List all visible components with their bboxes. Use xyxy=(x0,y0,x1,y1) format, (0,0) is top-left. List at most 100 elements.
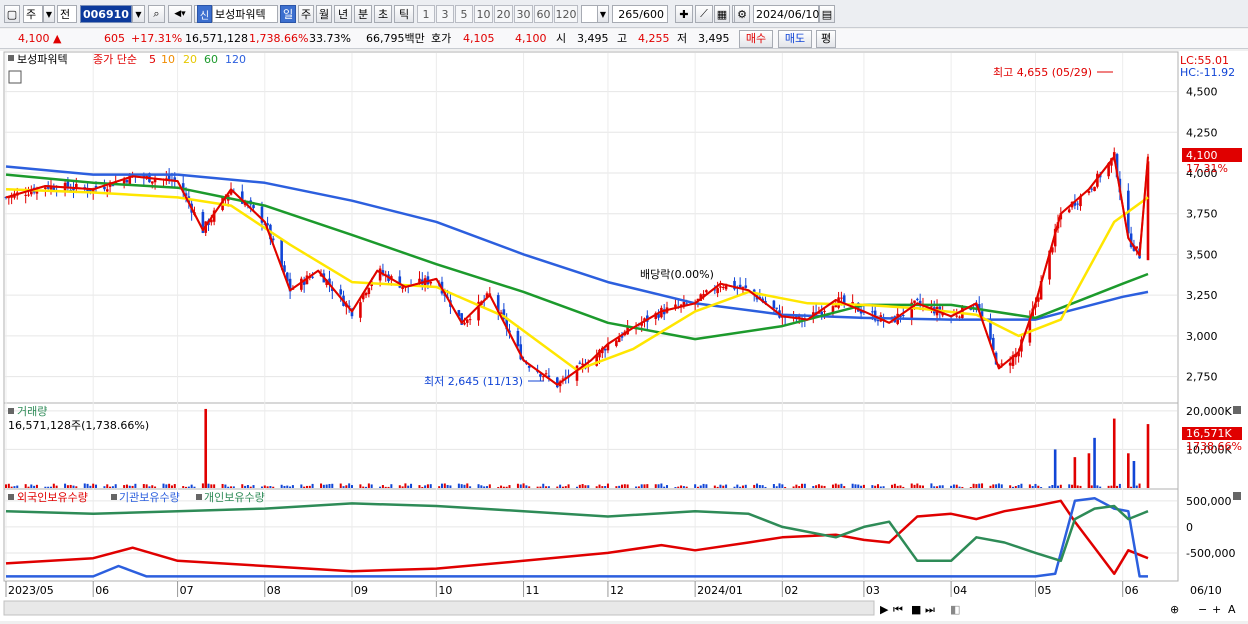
volume-bar xyxy=(862,484,865,488)
volume-bar xyxy=(266,486,269,488)
auto-scale-icon[interactable]: A xyxy=(1228,603,1236,616)
calculator-icon[interactable] xyxy=(8,70,22,84)
volume-bar xyxy=(874,485,877,488)
volume-bar xyxy=(72,485,75,488)
volume-bar xyxy=(1059,484,1062,488)
volume-bar xyxy=(961,486,964,488)
volume-bar xyxy=(891,484,894,488)
volume-bar xyxy=(404,483,407,488)
volume-bar xyxy=(185,486,188,488)
volume-bar xyxy=(756,483,759,488)
chevron-down-icon[interactable]: ▼ xyxy=(597,5,609,23)
stock-code-input[interactable]: 006910 xyxy=(80,5,132,23)
scrollbar-track[interactable] xyxy=(3,600,875,616)
volume-bar xyxy=(578,484,581,488)
stock-chart-svg[interactable]: 2,7503,0003,2503,5003,7504,0004,2504,500… xyxy=(0,51,1248,621)
stop-icon[interactable]: ■ xyxy=(911,603,921,616)
interval-20[interactable]: 20 xyxy=(494,5,513,23)
interval-1[interactable]: 1 xyxy=(417,5,435,23)
interval-30[interactable]: 30 xyxy=(514,5,533,23)
crosshair-icon[interactable]: ✚ xyxy=(675,5,693,23)
candle xyxy=(1076,203,1079,205)
sell-button[interactable]: 매도 xyxy=(778,30,812,48)
tab-day[interactable]: 일 xyxy=(280,5,296,23)
layout-icon[interactable]: ▦ xyxy=(714,5,730,23)
ma-legend-title: 종가 단순 xyxy=(93,53,137,66)
tab-month[interactable]: 월 xyxy=(316,5,332,23)
interval-3[interactable]: 3 xyxy=(436,5,454,23)
interval-120[interactable]: 120 xyxy=(554,5,578,23)
volume-bar xyxy=(1138,483,1141,488)
volume-bar xyxy=(674,487,677,488)
volume-bar xyxy=(921,485,924,488)
volume-bar xyxy=(27,486,30,488)
type-select[interactable]: 주 xyxy=(23,5,43,23)
zoom-icons[interactable]: ⊕ xyxy=(1170,603,1179,616)
ma-legend-10: 10 xyxy=(161,53,175,66)
close-icon[interactable] xyxy=(1233,406,1241,414)
volume-bar xyxy=(182,486,185,488)
candle xyxy=(1093,186,1096,192)
candle xyxy=(823,310,826,312)
chevron-down-icon[interactable]: ▼ xyxy=(132,5,145,23)
tab-year[interactable]: 년 xyxy=(334,5,352,23)
candle xyxy=(916,298,919,300)
volume-bar xyxy=(348,483,351,488)
volume-value: 16,571,128주(1,738.66%) xyxy=(8,419,149,432)
volume-bar xyxy=(739,486,742,488)
volume-bar xyxy=(95,484,98,488)
search-icon[interactable]: ⌕ xyxy=(148,5,165,23)
scroll-first-icon[interactable]: ⏮ xyxy=(893,603,903,616)
gear-icon[interactable]: ⚙ xyxy=(734,5,750,23)
volume-bar xyxy=(815,485,818,488)
volume-bar xyxy=(418,485,421,488)
candle xyxy=(359,302,362,318)
candle xyxy=(901,315,905,317)
mode-select[interactable]: 전 xyxy=(57,5,77,23)
candle xyxy=(468,319,472,321)
scroll-right-icon[interactable]: ▶ xyxy=(880,603,889,616)
volume-bar xyxy=(497,486,500,488)
volume-bar xyxy=(1051,485,1054,488)
interval-10[interactable]: 10 xyxy=(474,5,493,23)
volume-bar xyxy=(952,484,955,488)
avg-button[interactable]: 평 xyxy=(816,30,836,48)
chart-tool-icon[interactable]: ⟋ xyxy=(695,5,713,23)
volume-bar xyxy=(1020,483,1023,488)
candle xyxy=(378,268,382,281)
volume-bar xyxy=(151,485,154,488)
close-icon[interactable] xyxy=(1233,492,1241,500)
interval-5[interactable]: 5 xyxy=(455,5,473,23)
volume-bar xyxy=(1116,485,1119,488)
calendar-icon[interactable]: ▤ xyxy=(819,5,835,23)
tool-icon[interactable]: ◧ xyxy=(950,603,960,616)
candle xyxy=(775,307,779,309)
volume-bar xyxy=(286,485,289,488)
volume-bar xyxy=(1135,485,1138,488)
zoom-out-icon[interactable]: − xyxy=(1198,603,1207,616)
tab-week[interactable]: 주 xyxy=(298,5,314,23)
y-tick-label: -500,000 xyxy=(1186,547,1235,560)
tab-second[interactable]: 초 xyxy=(374,5,392,23)
speaker-icon[interactable]: ◀▾ xyxy=(168,5,192,23)
ma-legend-60: 60 xyxy=(204,53,218,66)
date-input[interactable]: 2024/06/10 xyxy=(753,5,819,23)
volume-bar xyxy=(792,486,795,488)
scroll-last-icon[interactable]: ⏭ xyxy=(925,603,935,616)
high-annotation: 최고 4,655 (05/29) xyxy=(993,66,1092,79)
count-field[interactable]: 265/600 xyxy=(612,5,668,23)
tab-minute[interactable]: 분 xyxy=(354,5,372,23)
window-icon[interactable]: ▢ xyxy=(4,5,20,23)
volume-bar xyxy=(440,483,443,488)
new-badge[interactable]: 신 xyxy=(197,5,212,23)
tab-tick[interactable]: 틱 xyxy=(394,5,414,23)
zoom-in-icon[interactable]: + xyxy=(1212,603,1221,616)
y-tick-label: 3,500 xyxy=(1186,248,1218,261)
volume-bar xyxy=(896,485,899,488)
interval-60[interactable]: 60 xyxy=(534,5,553,23)
chevron-down-icon[interactable]: ▼ xyxy=(43,5,55,23)
volume-bar xyxy=(438,486,441,488)
buy-button[interactable]: 매수 xyxy=(739,30,773,48)
x-tick-label: 10 xyxy=(438,584,452,597)
volume-bar xyxy=(55,485,58,488)
